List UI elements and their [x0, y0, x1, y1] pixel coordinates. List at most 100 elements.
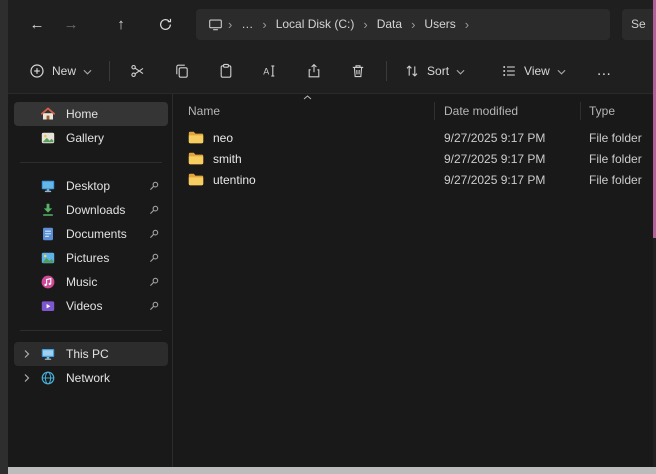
forward-button[interactable]: → — [54, 7, 88, 41]
sidebar-item-desktop[interactable]: Desktop — [14, 174, 168, 198]
sidebar-item-label: Videos — [66, 299, 102, 313]
breadcrumb-chevron-icon: › — [361, 17, 369, 32]
downloads-icon — [40, 202, 56, 218]
sidebar-item-label: Desktop — [66, 179, 110, 193]
cut-icon — [130, 63, 146, 79]
music-icon — [40, 274, 56, 290]
breadcrumb-item-users[interactable]: Users — [417, 13, 462, 35]
sidebar-item-music[interactable]: Music — [14, 270, 168, 294]
gallery-icon — [40, 130, 56, 146]
sidebar-separator — [12, 318, 170, 342]
view-button-label: View — [524, 64, 550, 78]
pictures-icon — [40, 250, 56, 266]
file-name: smith — [213, 152, 242, 166]
folder-icon — [188, 131, 204, 144]
sort-ascending-icon — [303, 95, 312, 100]
address-bar[interactable]: › … › Local Disk (C:) › Data › Users › — [196, 9, 610, 40]
refresh-icon — [158, 17, 173, 32]
breadcrumb-item-data[interactable]: Data — [370, 13, 409, 35]
sidebar-item-network[interactable]: Network — [14, 366, 168, 390]
file-row[interactable]: utentino 9/27/2025 9:17 PM File folder — [173, 169, 653, 190]
documents-icon — [40, 226, 56, 242]
pin-icon — [148, 204, 160, 216]
file-row[interactable]: neo 9/27/2025 9:17 PM File folder — [173, 127, 653, 148]
file-rows: neo 9/27/2025 9:17 PM File folder smith … — [173, 127, 653, 190]
sort-button-label: Sort — [427, 64, 449, 78]
rename-button[interactable]: A — [248, 54, 292, 87]
file-list: Name Date modified Type neo 9/27/2025 9:… — [173, 94, 653, 467]
pin-icon — [148, 228, 160, 240]
copy-button[interactable] — [160, 54, 204, 87]
new-button-label: New — [52, 64, 76, 78]
file-date-cell: 9/27/2025 9:17 PM — [435, 173, 581, 187]
bottom-edge-strip — [8, 467, 656, 474]
breadcrumb-chevron-icon: › — [463, 17, 471, 32]
column-headers: Name Date modified Type — [173, 100, 653, 122]
breadcrumb-overflow[interactable]: … — [234, 13, 260, 35]
view-button[interactable]: View — [490, 54, 577, 87]
home-icon — [40, 106, 56, 122]
toolbar-separator — [109, 61, 110, 81]
sidebar-item-label: Network — [66, 371, 110, 385]
sidebar-item-gallery[interactable]: Gallery — [14, 126, 168, 150]
file-type-cell: File folder — [581, 173, 653, 187]
share-button[interactable] — [292, 54, 336, 87]
new-button[interactable]: New — [18, 54, 103, 87]
column-header-name[interactable]: Name — [173, 102, 435, 120]
file-name-cell: utentino — [173, 173, 435, 187]
delete-button[interactable] — [336, 54, 380, 87]
sort-button[interactable]: Sort — [393, 54, 476, 87]
breadcrumb-item-local-disk-c[interactable]: Local Disk (C:) — [269, 13, 362, 35]
search-input[interactable]: Se — [622, 9, 653, 40]
sidebar: Home Gallery Desktop — [8, 94, 172, 467]
file-name: utentino — [213, 173, 256, 187]
sidebar-item-this-pc[interactable]: This PC — [14, 342, 168, 366]
file-type-cell: File folder — [581, 131, 653, 145]
paste-icon — [218, 63, 234, 79]
breadcrumb-chevron-icon: › — [409, 17, 417, 32]
file-date-cell: 9/27/2025 9:17 PM — [435, 131, 581, 145]
pin-icon — [148, 252, 160, 264]
sidebar-item-label: Music — [66, 275, 97, 289]
refresh-button[interactable] — [148, 7, 182, 41]
sidebar-item-label: Documents — [66, 227, 127, 241]
command-toolbar: New — [8, 48, 653, 94]
sidebar-item-label: Gallery — [66, 131, 104, 145]
column-header-date-modified[interactable]: Date modified — [435, 102, 581, 120]
sidebar-item-downloads[interactable]: Downloads — [14, 198, 168, 222]
this-pc-icon — [40, 346, 56, 362]
chevron-right-icon[interactable] — [21, 348, 33, 360]
sidebar-item-pictures[interactable]: Pictures — [14, 246, 168, 270]
up-button[interactable]: ↑ — [104, 7, 138, 41]
file-name-cell: smith — [173, 152, 435, 166]
column-header-type[interactable]: Type — [581, 102, 653, 120]
sidebar-item-videos[interactable]: Videos — [14, 294, 168, 318]
chevron-right-icon[interactable] — [21, 372, 33, 384]
breadcrumb-chevron-icon: › — [226, 17, 234, 32]
file-date-cell: 9/27/2025 9:17 PM — [435, 152, 581, 166]
more-options-button[interactable]: … — [585, 54, 623, 87]
window-body: Home Gallery Desktop — [8, 94, 653, 467]
sidebar-item-label: Downloads — [66, 203, 125, 217]
folder-icon — [188, 173, 204, 186]
share-icon — [306, 63, 322, 79]
cut-button[interactable] — [116, 54, 160, 87]
back-button[interactable]: ← — [20, 7, 54, 41]
sidebar-item-documents[interactable]: Documents — [14, 222, 168, 246]
file-type-cell: File folder — [581, 152, 653, 166]
sidebar-item-label: This PC — [66, 347, 109, 361]
sort-icon — [404, 63, 420, 79]
desktop-icon — [40, 178, 56, 194]
file-row[interactable]: smith 9/27/2025 9:17 PM File folder — [173, 148, 653, 169]
sidebar-item-home[interactable]: Home — [14, 102, 168, 126]
videos-icon — [40, 298, 56, 314]
svg-text:A: A — [263, 66, 269, 76]
breadcrumb-chevron-icon: › — [260, 17, 268, 32]
pin-icon — [148, 180, 160, 192]
file-explorer-window: ← → ↑ › … › Local Disk (C:) › Data › Use… — [8, 0, 653, 467]
pin-icon — [148, 276, 160, 288]
folder-icon — [188, 152, 204, 165]
network-icon — [40, 370, 56, 386]
pin-icon — [148, 300, 160, 312]
paste-button[interactable] — [204, 54, 248, 87]
